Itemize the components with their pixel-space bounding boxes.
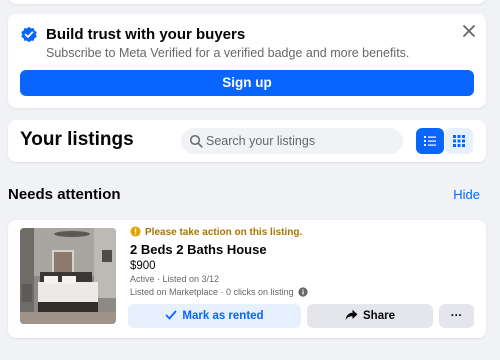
page-title: Your listings <box>20 129 134 150</box>
listing-stats: Listed on Marketplace · 0 clicks on list… <box>130 287 308 297</box>
search-input[interactable] <box>206 128 396 154</box>
section-title: Needs attention <box>8 186 121 203</box>
warning-text: Please take action on this listing. <box>145 227 303 238</box>
listing-title[interactable]: 2 Beds 2 Baths House <box>130 242 267 257</box>
listing-thumbnail[interactable] <box>20 228 116 324</box>
banner-title: Build trust with your buyers <box>46 26 246 43</box>
sign-up-button[interactable]: Sign up <box>20 70 474 96</box>
search-bar[interactable] <box>181 128 403 154</box>
share-icon <box>345 309 358 320</box>
banner-subtitle: Subscribe to Meta Verified for a verifie… <box>46 46 410 60</box>
share-button[interactable]: Share <box>307 304 433 328</box>
list-view-icon <box>424 136 436 146</box>
grid-view-icon <box>453 135 465 147</box>
listing-status: Active · Listed on 3/12 <box>130 274 220 284</box>
bedroom-photo <box>20 228 116 324</box>
list-view-button[interactable] <box>416 128 444 154</box>
hide-link[interactable]: Hide <box>453 187 480 202</box>
verified-banner: Build trust with your buyers Subscribe t… <box>8 14 486 108</box>
verified-badge-icon <box>21 26 37 43</box>
grid-view-button[interactable] <box>445 128 473 154</box>
listing-stats-text: Listed on Marketplace · 0 clicks on list… <box>130 287 294 297</box>
share-label: Share <box>363 310 395 322</box>
listing-price: $900 <box>130 260 156 272</box>
previous-card-edge <box>8 0 486 4</box>
close-icon[interactable] <box>460 22 478 40</box>
more-options-button[interactable]: ··· <box>439 304 474 328</box>
checkmark-icon <box>166 310 177 320</box>
listings-header: Your listings <box>8 120 486 162</box>
attention-warning: Please take action on this listing. <box>130 226 302 239</box>
warning-icon <box>130 226 141 237</box>
mark-as-rented-button[interactable]: Mark as rented <box>128 304 301 328</box>
info-icon[interactable] <box>297 287 308 297</box>
listing-card[interactable]: Please take action on this listing. 2 Be… <box>8 220 486 338</box>
search-icon <box>189 134 203 148</box>
mark-as-rented-label: Mark as rented <box>182 310 264 322</box>
